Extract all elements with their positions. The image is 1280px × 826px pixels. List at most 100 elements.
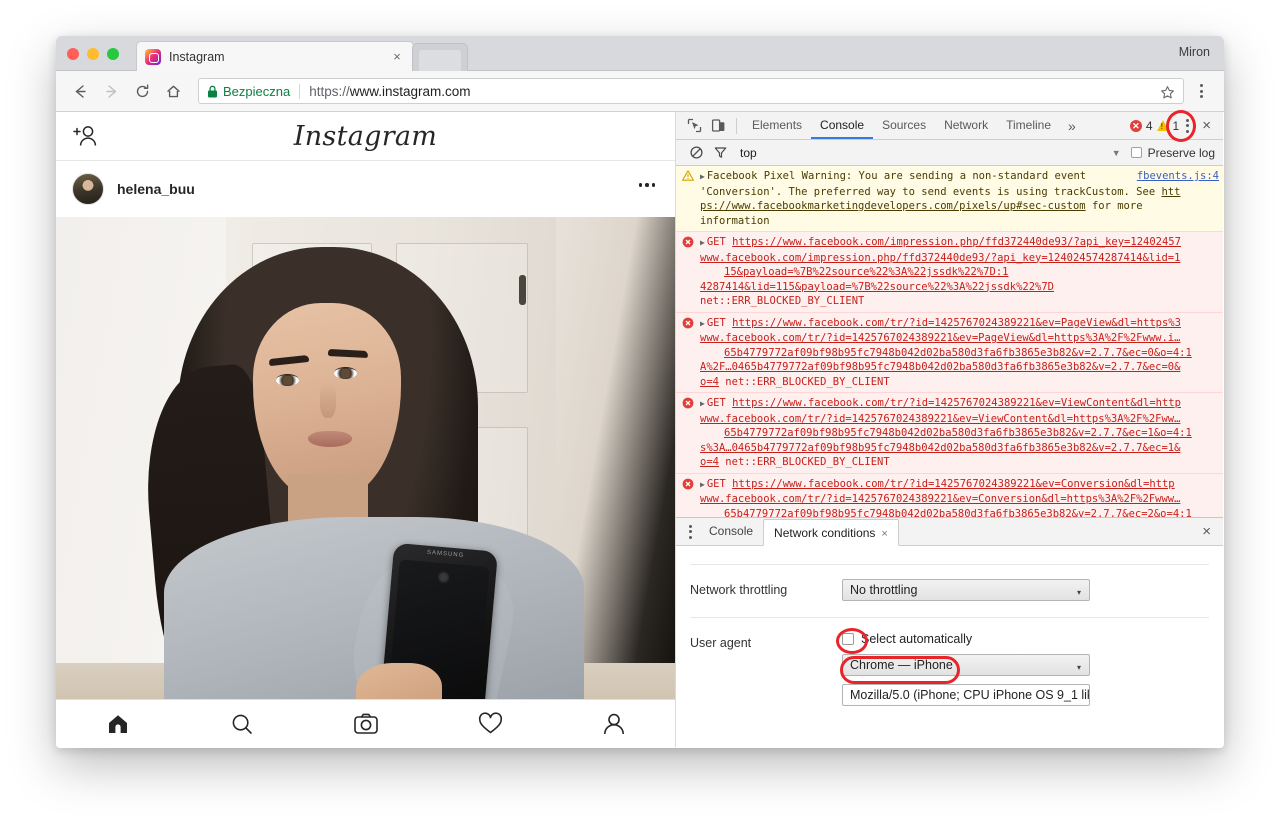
photo-nose bbox=[320, 382, 336, 418]
photo-eye bbox=[334, 367, 357, 379]
preserve-log-checkbox[interactable] bbox=[1130, 147, 1142, 158]
tab-network[interactable]: Network bbox=[935, 112, 997, 139]
chevron-down-icon: ▾ bbox=[1076, 663, 1081, 672]
window-profile-name[interactable]: Miron bbox=[1179, 45, 1210, 59]
request-url-line-5[interactable]: o=4 bbox=[700, 456, 719, 468]
nav-item-camera[interactable] bbox=[304, 712, 428, 736]
more-tabs-icon[interactable]: » bbox=[1060, 118, 1084, 134]
omnibox-divider bbox=[299, 83, 301, 99]
drawer-more-options-icon[interactable] bbox=[682, 524, 699, 539]
console-context-selector[interactable]: top bbox=[740, 146, 757, 160]
console-message-warning[interactable]: fbevents.js:4 ▶ Facebook Pixel Warning: Y… bbox=[676, 166, 1223, 232]
kebab-menu-icon bbox=[1199, 84, 1203, 98]
request-url-line-3[interactable]: 65b4779772af09bf98b95fc7948b042d02ba580d… bbox=[700, 346, 1219, 361]
request-url-line-1[interactable]: https://www.facebook.com/tr/?id=14257670… bbox=[732, 478, 1175, 490]
post-username[interactable]: helena_buu bbox=[117, 181, 195, 197]
drawer-tab-network-conditions[interactable]: Network conditions × bbox=[763, 518, 899, 546]
maximize-window-button[interactable] bbox=[107, 48, 119, 60]
home-button[interactable] bbox=[159, 77, 187, 105]
kebab-dots bbox=[1186, 118, 1190, 133]
console-message-error[interactable]: ▶ GET https://www.facebook.com/tr/?id=142… bbox=[676, 393, 1223, 474]
console-output[interactable]: fbevents.js:4 ▶ Facebook Pixel Warning: Y… bbox=[676, 166, 1223, 517]
request-status: net::ERR_BLOCKED_BY_CLIENT bbox=[725, 456, 890, 468]
network-throttling-select[interactable]: No throttling ▾ bbox=[842, 579, 1090, 601]
browser-tab-empty[interactable] bbox=[412, 43, 468, 71]
star-icon[interactable] bbox=[1157, 82, 1177, 102]
request-url-line-3[interactable]: 65b4779772af09bf98b95fc7948b042d02ba580d… bbox=[700, 426, 1219, 441]
tab-timeline[interactable]: Timeline bbox=[997, 112, 1060, 139]
forward-button[interactable] bbox=[97, 77, 125, 105]
request-url-line-5[interactable]: o=4 bbox=[700, 376, 719, 388]
close-window-button[interactable] bbox=[67, 48, 79, 60]
minimize-window-button[interactable] bbox=[87, 48, 99, 60]
nav-item-home[interactable] bbox=[56, 712, 180, 736]
window-controls[interactable] bbox=[67, 48, 119, 60]
filter-icon[interactable] bbox=[708, 141, 732, 165]
drawer-tab-console[interactable]: Console bbox=[699, 518, 763, 545]
request-url-line-3[interactable]: 65b4779772af09bf98b95fc7948b042d02ba580d… bbox=[700, 507, 1219, 518]
instagram-logo[interactable]: Instagram bbox=[56, 121, 675, 152]
add-person-icon[interactable] bbox=[72, 125, 98, 152]
avatar[interactable] bbox=[72, 173, 104, 205]
console-message-source[interactable]: fbevents.js:4 bbox=[1137, 169, 1219, 184]
console-message-error[interactable]: ▶ GET https://www.facebook.com/tr/?id=142… bbox=[676, 312, 1223, 393]
request-url-line-5-status: o=4 net::ERR_BLOCKED_BY_CLIENT bbox=[700, 455, 1219, 470]
network-throttling-controls: No throttling ▾ bbox=[842, 579, 1209, 601]
devtools-close-icon[interactable]: × bbox=[1196, 117, 1217, 134]
expand-arrow-icon[interactable]: ▶ bbox=[700, 238, 705, 247]
back-button[interactable] bbox=[66, 77, 94, 105]
toolbar-divider bbox=[736, 117, 737, 134]
issue-counts[interactable]: ✕ 4 1 bbox=[1129, 118, 1179, 133]
post-photo[interactable]: SAMSUNG bbox=[56, 217, 675, 715]
clear-console-icon[interactable] bbox=[684, 141, 708, 165]
drawer-close-icon[interactable]: × bbox=[1196, 523, 1217, 540]
panel-divider bbox=[690, 617, 1209, 618]
close-drawer-tab-icon[interactable]: × bbox=[881, 528, 887, 540]
request-url-line-4[interactable]: A%2F…0465b4779772af09bf98b95fc7948b042d0… bbox=[700, 360, 1219, 375]
console-message-error[interactable]: ▶ GET https://www.facebook.com/impression… bbox=[676, 232, 1223, 313]
browser-tab-instagram[interactable]: Instagram × bbox=[136, 41, 414, 71]
error-count: 4 bbox=[1145, 118, 1153, 133]
request-url-line-2[interactable]: www.facebook.com/tr/?id=1425767024389221… bbox=[700, 331, 1219, 346]
warn-link-part-2[interactable]: ps://www.facebookmarketingdevelopers.com… bbox=[700, 200, 1086, 212]
request-url-line-2[interactable]: www.facebook.com/tr/?id=1425767024389221… bbox=[700, 412, 1219, 427]
request-url-line-1[interactable]: https://www.facebook.com/tr/?id=14257670… bbox=[732, 317, 1181, 329]
user-agent-input[interactable]: Mozilla/5.0 (iPhone; CPU iPhone OS 9_1 l… bbox=[842, 684, 1090, 706]
tab-console[interactable]: Console bbox=[811, 112, 874, 139]
expand-arrow-icon[interactable]: ▶ bbox=[700, 399, 705, 408]
tab-elements[interactable]: Elements bbox=[743, 112, 811, 139]
console-message-error[interactable]: ▶ GET https://www.facebook.com/tr/?id=142… bbox=[676, 473, 1223, 518]
chevron-down-icon[interactable]: ▼ bbox=[1112, 148, 1121, 158]
browser-menu-button[interactable] bbox=[1188, 77, 1214, 105]
inspect-element-icon[interactable] bbox=[682, 114, 706, 138]
request-url-line-4[interactable]: s%3A…0465b4779772af09bf98b95fc7948b042d0… bbox=[700, 441, 1219, 456]
close-tab-icon[interactable]: × bbox=[389, 49, 405, 65]
tab-sources[interactable]: Sources bbox=[873, 112, 935, 139]
tab-title: Instagram bbox=[169, 49, 225, 64]
devtools-more-options-icon[interactable] bbox=[1179, 118, 1196, 133]
address-bar[interactable]: Bezpieczna https://www.instagram.com bbox=[198, 78, 1184, 104]
error-icon bbox=[682, 316, 698, 390]
request-url-line-1[interactable]: https://www.facebook.com/tr/?id=14257670… bbox=[732, 397, 1181, 409]
expand-arrow-icon[interactable]: ▶ bbox=[700, 480, 705, 489]
reload-button[interactable] bbox=[128, 77, 156, 105]
request-url-line-3[interactable]: 15&payload=%7B%22source%22%3A%22jssdk%22… bbox=[700, 265, 1219, 280]
request-method: GET bbox=[706, 397, 726, 409]
request-url-line-4[interactable]: 4287414&lid=115&payload=%7B%22source%22%… bbox=[700, 280, 1219, 295]
expand-arrow-icon[interactable]: ▶ bbox=[700, 172, 705, 181]
expand-arrow-icon[interactable]: ▶ bbox=[700, 319, 705, 328]
request-url-line-2[interactable]: www.facebook.com/tr/?id=1425767024389221… bbox=[700, 492, 1219, 507]
user-agent-preset-select[interactable]: Chrome — iPhone ▾ bbox=[842, 654, 1090, 676]
request-url-line-1[interactable]: https://www.facebook.com/impression.php/… bbox=[732, 236, 1181, 248]
nav-item-profile[interactable] bbox=[552, 712, 675, 736]
device-toolbar-icon[interactable] bbox=[706, 114, 730, 138]
select-automatically-row[interactable]: Select automatically bbox=[842, 632, 1209, 646]
console-message-text: ▶ GET https://www.facebook.com/tr/?id=142… bbox=[700, 396, 1219, 470]
preserve-log-label: Preserve log bbox=[1147, 145, 1215, 160]
request-url-line-2[interactable]: www.facebook.com/impression.php/ffd37244… bbox=[700, 251, 1219, 266]
warn-link-part-1[interactable]: htt bbox=[1161, 186, 1180, 198]
select-automatically-checkbox[interactable] bbox=[842, 633, 854, 645]
nav-item-activity[interactable] bbox=[428, 712, 552, 735]
nav-item-search[interactable] bbox=[180, 712, 304, 736]
post-options-icon[interactable] bbox=[638, 183, 655, 187]
